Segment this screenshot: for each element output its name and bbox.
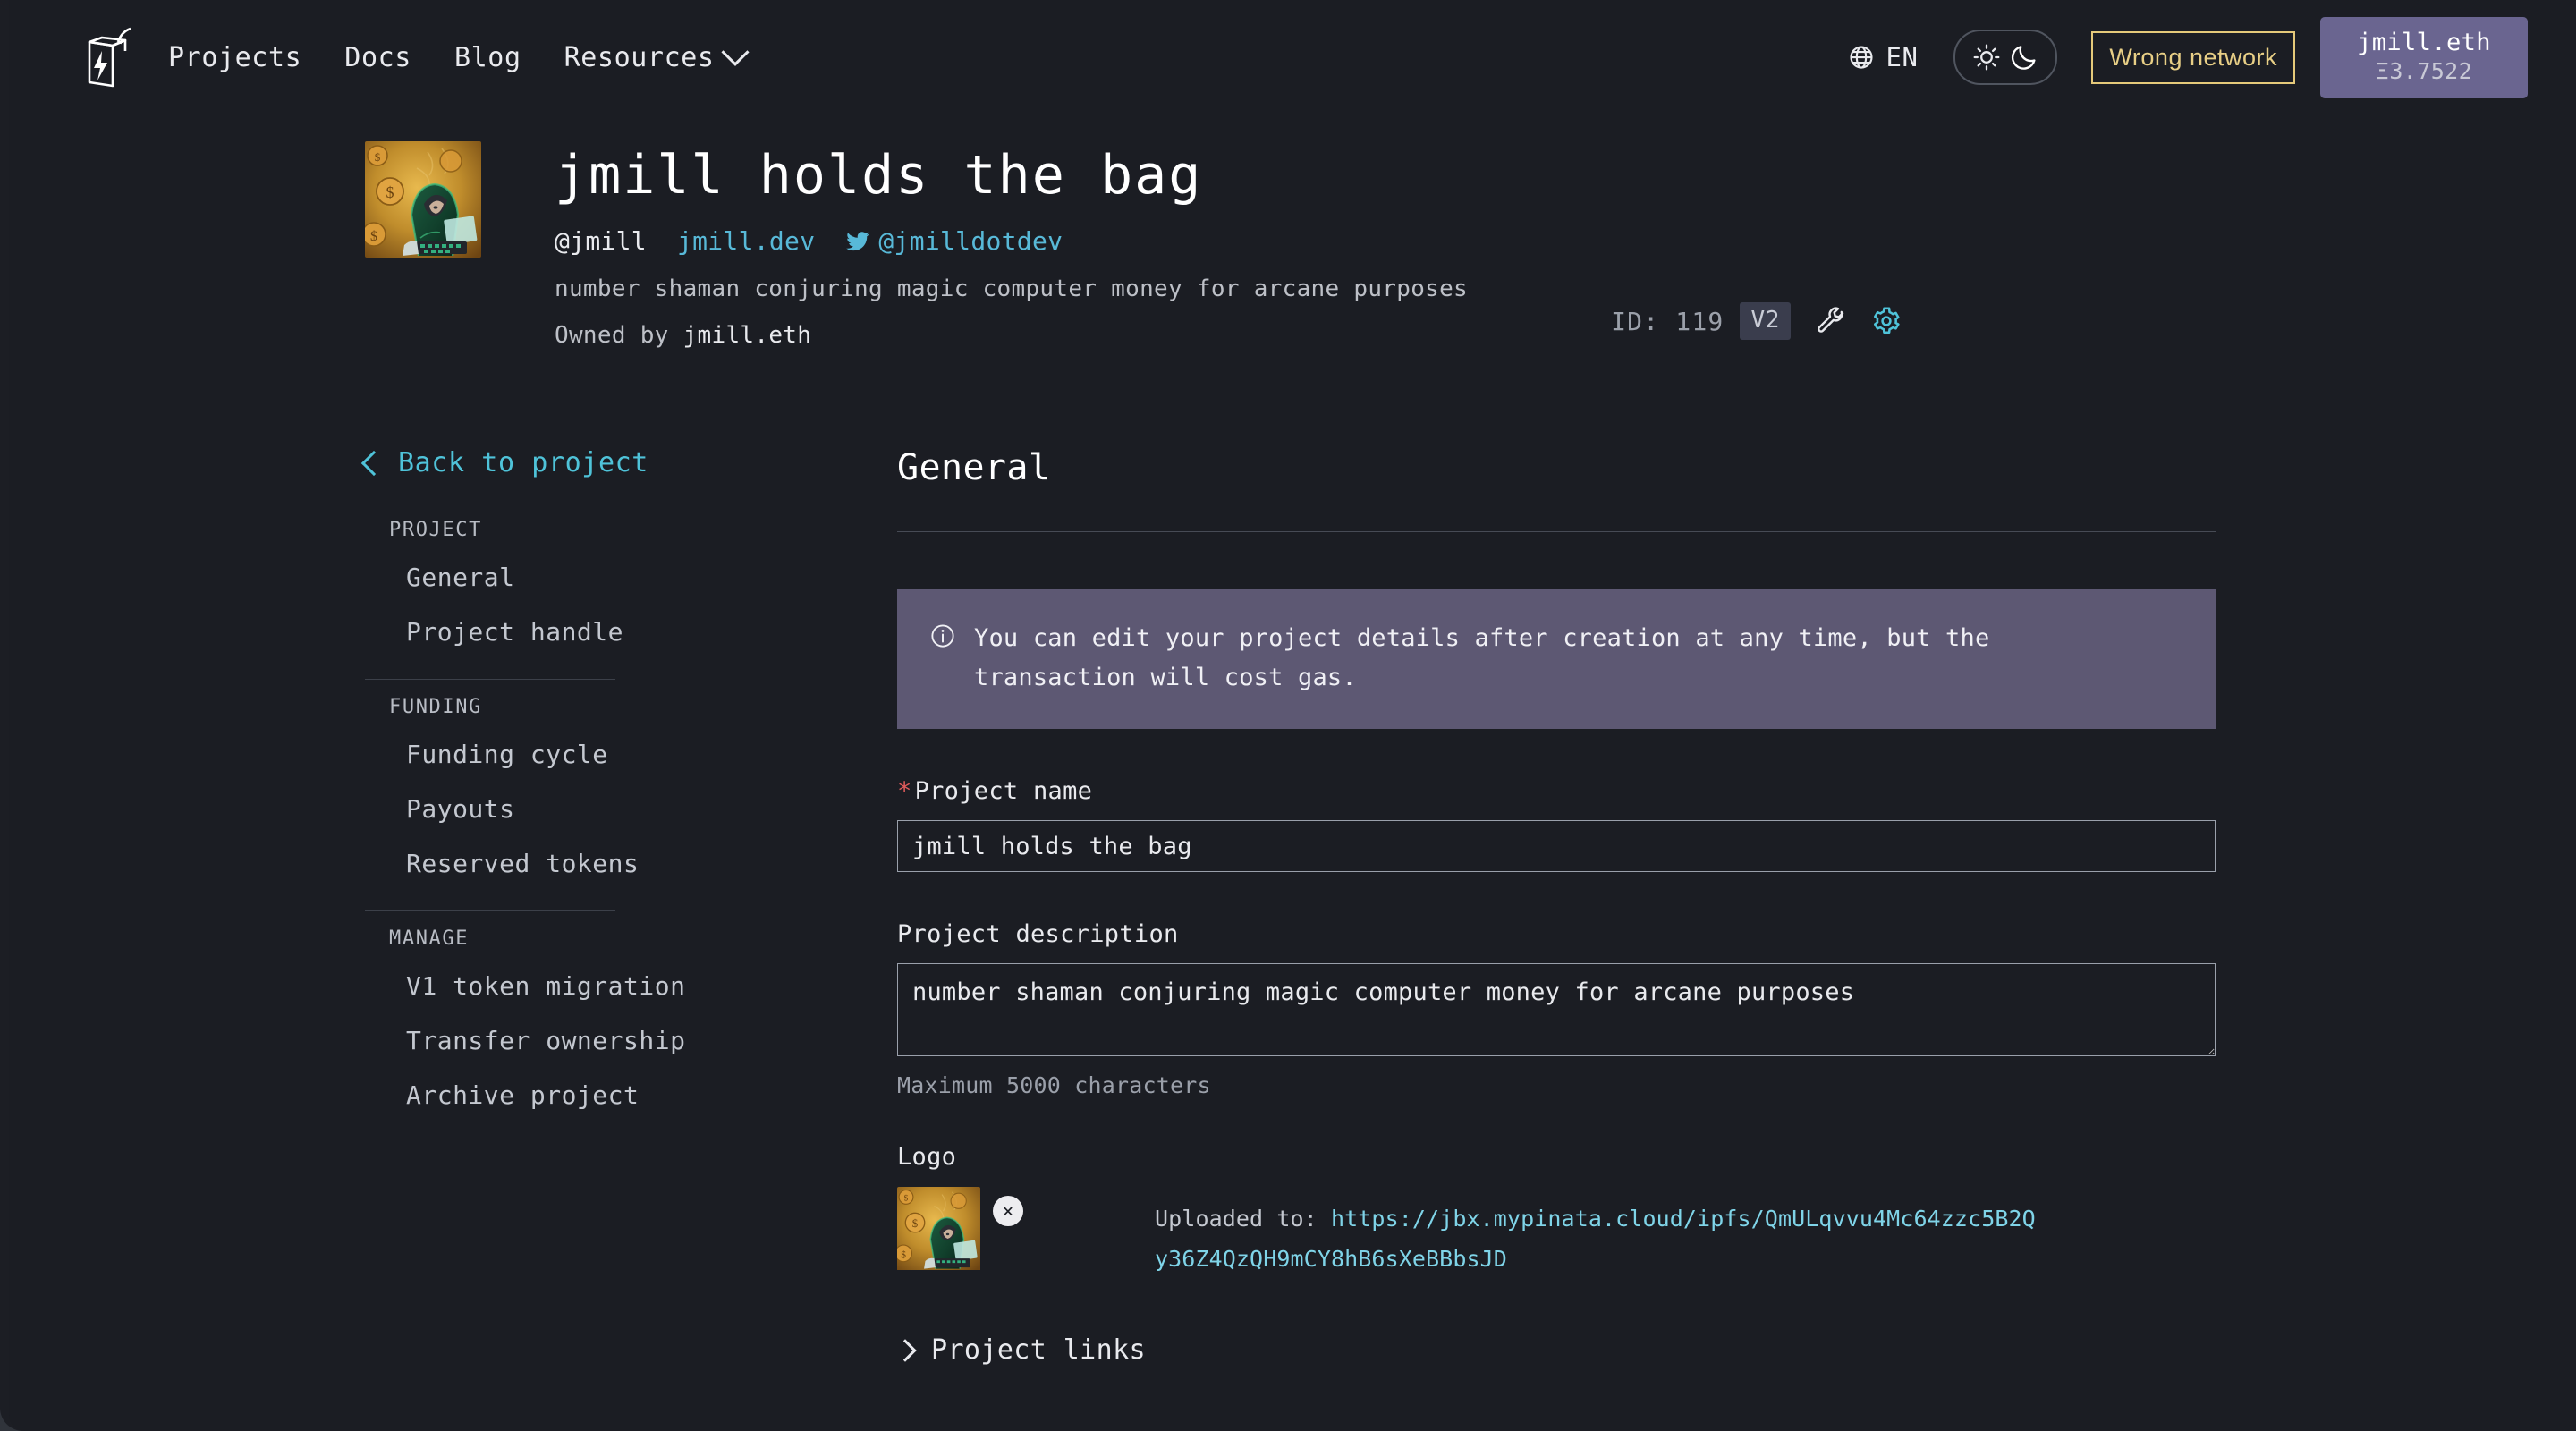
logo-preview-image: $ $ $ [897,1187,980,1279]
sidebar-divider [365,910,615,911]
info-callout: You can edit your project details after … [897,589,2216,730]
svg-text:$: $ [375,150,381,164]
wallet-balance: Ξ3.7522 [2375,58,2473,85]
svg-text:$: $ [912,1218,919,1231]
wrong-network-button[interactable]: Wrong network [2091,30,2295,84]
project-description-field-block: Project description Maximum 5000 charact… [897,920,2216,1098]
wrench-icon[interactable] [1816,306,1846,336]
svg-text:$: $ [901,1249,906,1261]
project-name-label-text: Project name [914,777,1093,806]
sidebar-group-manage: MANAGE V1 token migration Transfer owner… [365,927,812,1122]
back-to-project-label: Back to project [398,447,648,478]
remove-logo-button[interactable]: × [993,1196,1023,1227]
logo-preview-wrap: $ $ $ × [897,1187,1023,1279]
project-description-text: number shaman conjuring magic computer m… [555,275,1469,302]
divider [897,531,2216,532]
logo-field-block: Logo $ $ $ × Uploaded to: https://jbx.my… [897,1143,2216,1279]
browser-window-frame: Projects Docs Blog Resources EN Wrong ne… [0,0,2576,1431]
project-twitter-handle: @jmilldotdev [878,226,1063,256]
page-title: jmill holds the bag [555,144,1203,207]
project-id-group: ID: 119 V2 [1611,302,1902,340]
settings-main-pane: General You can edit your project detail… [894,447,2216,1367]
nav-link-projects[interactable]: Projects [168,42,301,73]
nav-link-blog[interactable]: Blog [454,42,521,73]
theme-toggle[interactable] [1953,30,2058,85]
back-to-project-link[interactable]: Back to project [360,447,812,478]
sidebar-group-title: PROJECT [389,519,482,541]
project-links-accordion[interactable]: Project links [894,1334,2216,1367]
sidebar-item-reserved-tokens[interactable]: Reserved tokens [365,836,812,891]
sidebar-item-v1-token-migration[interactable]: V1 token migration [365,959,812,1013]
svg-text:$: $ [370,229,377,244]
wallet-button[interactable]: jmill.eth Ξ3.7522 [2320,16,2528,98]
sidebar-group-title: FUNDING [389,696,482,718]
nav-links: Projects Docs Blog Resources [168,38,750,73]
nav-link-resources[interactable]: Resources [564,38,750,73]
nav-link-docs[interactable]: Docs [344,42,411,73]
twitter-icon [846,231,870,250]
svg-text:$: $ [386,183,394,201]
sun-icon[interactable] [1971,42,2002,72]
sidebar-item-funding-cycle[interactable]: Funding cycle [365,727,812,782]
chevron-right-icon [894,1339,917,1362]
gear-icon[interactable] [1871,306,1902,336]
juicebox-logo-icon[interactable] [82,27,132,88]
info-callout-text: You can edit your project details after … [974,624,1990,691]
sidebar-group-funding: FUNDING Funding cycle Payouts Reserved t… [365,696,812,891]
project-version-badge[interactable]: V2 [1740,302,1791,340]
sidebar-group-title: MANAGE [389,927,470,950]
project-id-label: ID: 119 [1611,306,1724,336]
project-header: $ $ $ jmill holds the bag @jmill jmill.d… [365,141,2243,349]
nav-link-resources-label: Resources [564,41,715,73]
language-label: EN [1885,42,1919,72]
project-name-field-block: * Project name [897,777,2216,873]
language-switcher[interactable]: EN [1848,42,1919,72]
wallet-name: jmill.eth [2357,28,2491,56]
project-name-input[interactable] [897,820,2216,873]
project-name-label: * Project name [897,777,2216,805]
nav-right-cluster: EN Wrong network jmill.eth Ξ3.7522 [1848,16,2528,98]
chevron-down-icon [721,38,750,66]
project-description-hint: Maximum 5000 characters [897,1072,1211,1099]
sidebar-item-transfer-ownership[interactable]: Transfer ownership [365,1013,812,1068]
logo-uploaded-info: Uploaded to: https://jbx.mypinata.cloud/… [1155,1187,2040,1279]
sidebar-divider [365,679,615,680]
svg-text:$: $ [904,1194,909,1204]
project-owner: Owned by jmill.eth [555,322,2243,349]
globe-icon [1849,46,1873,69]
project-meta: jmill holds the bag @jmill jmill.dev @jm… [555,141,2243,350]
sidebar-group-project: PROJECT General Project handle [365,519,812,659]
project-description-textarea[interactable] [897,963,2216,1057]
chevron-left-icon [360,450,387,476]
moon-icon[interactable] [2009,42,2039,72]
project-owner-prefix: Owned by [555,322,683,349]
settings-page-title: General [897,447,1051,488]
project-avatar: $ $ $ [365,141,481,258]
project-social-links: @jmill jmill.dev @jmilldotdev [555,226,2243,256]
page-canvas: Projects Docs Blog Resources EN Wrong ne… [9,0,2576,1431]
project-handle: @jmill [555,226,647,256]
project-links-accordion-label: Project links [931,1334,1146,1367]
project-website-link[interactable]: jmill.dev [677,226,815,256]
sidebar-item-project-handle[interactable]: Project handle [365,605,812,659]
sidebar-item-general[interactable]: General [365,550,812,605]
project-owner-name: jmill.eth [682,322,812,349]
sidebar-item-archive-project[interactable]: Archive project [365,1068,812,1122]
required-marker: * [897,777,912,806]
top-navigation-bar: Projects Docs Blog Resources EN Wrong ne… [9,0,2576,114]
project-description-label: Project description [897,920,1179,949]
sidebar-item-payouts[interactable]: Payouts [365,782,812,836]
settings-sidebar: Back to project PROJECT General Project … [360,447,812,1130]
logo-uploaded-label: Uploaded to: [1155,1206,1331,1232]
logo-label: Logo [897,1143,957,1172]
info-circle-icon [931,624,954,648]
project-twitter-link[interactable]: @jmilldotdev [845,226,1063,256]
